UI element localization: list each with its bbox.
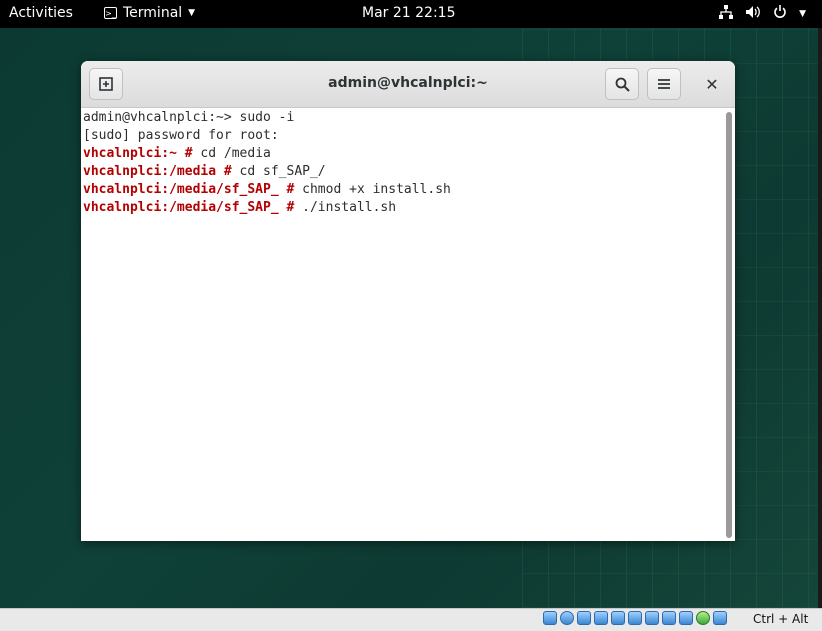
header-bar: admin@vhcalnplci:~ ✕ xyxy=(81,61,735,108)
network-adapter-icon[interactable] xyxy=(594,611,608,625)
video-capture-icon[interactable] xyxy=(662,611,676,625)
power-icon xyxy=(773,5,787,23)
mouse-integration-icon[interactable] xyxy=(713,611,727,625)
optical-drive-icon[interactable] xyxy=(560,611,574,625)
vm-device-icons xyxy=(543,611,727,625)
app-menu-button[interactable]: >_ Terminal ▼ xyxy=(104,5,195,21)
terminal-app-icon: >_ xyxy=(104,7,117,19)
scrollbar[interactable] xyxy=(726,112,732,538)
host-key-label: Ctrl + Alt xyxy=(753,612,809,626)
usb-icon[interactable] xyxy=(611,611,625,625)
chevron-down-icon: ▼ xyxy=(188,8,196,18)
chevron-down-icon: ▼ xyxy=(799,9,806,19)
network-icon xyxy=(719,5,734,23)
terminal-line: vhcalnplci:~ # cd /media xyxy=(83,146,271,161)
activities-button[interactable]: Activities xyxy=(9,5,73,21)
hamburger-icon xyxy=(658,79,670,89)
app-menu-label: Terminal xyxy=(123,5,183,21)
terminal-output[interactable]: admin@vhcalnplci:~> sudo -i [sudo] passw… xyxy=(81,108,723,541)
clock[interactable]: Mar 21 22:15 xyxy=(362,5,455,21)
cpu-icon[interactable] xyxy=(679,611,693,625)
terminal-line: [sudo] password for root: xyxy=(83,128,279,143)
display-icon[interactable] xyxy=(645,611,659,625)
close-button[interactable]: ✕ xyxy=(695,68,729,100)
hard-disk-icon[interactable] xyxy=(543,611,557,625)
search-icon xyxy=(615,77,630,92)
terminal-line: vhcalnplci:/media # cd sf_SAP_/ xyxy=(83,164,326,179)
system-menu[interactable]: ▼ xyxy=(719,5,806,23)
menu-button[interactable] xyxy=(647,68,681,100)
guest-additions-icon[interactable] xyxy=(696,611,710,625)
terminal-line: admin@vhcalnplci:~> sudo -i xyxy=(83,110,295,125)
shared-folders-icon[interactable] xyxy=(628,611,642,625)
top-bar: Activities >_ Terminal ▼ Mar 21 22:15 ▼ xyxy=(0,0,822,28)
terminal-line: vhcalnplci:/media/sf_SAP_ # chmod +x ins… xyxy=(83,182,451,197)
vm-status-bar: Ctrl + Alt xyxy=(0,608,822,631)
search-button[interactable] xyxy=(605,68,639,100)
close-icon: ✕ xyxy=(705,74,719,94)
terminal-line: vhcalnplci:/media/sf_SAP_ # ./install.sh xyxy=(83,200,397,215)
audio-icon[interactable] xyxy=(577,611,591,625)
window-edge xyxy=(818,28,822,608)
terminal-window: admin@vhcalnplci:~ ✕ admin@vhcalnplci:~>… xyxy=(81,61,735,541)
volume-icon xyxy=(745,5,761,23)
